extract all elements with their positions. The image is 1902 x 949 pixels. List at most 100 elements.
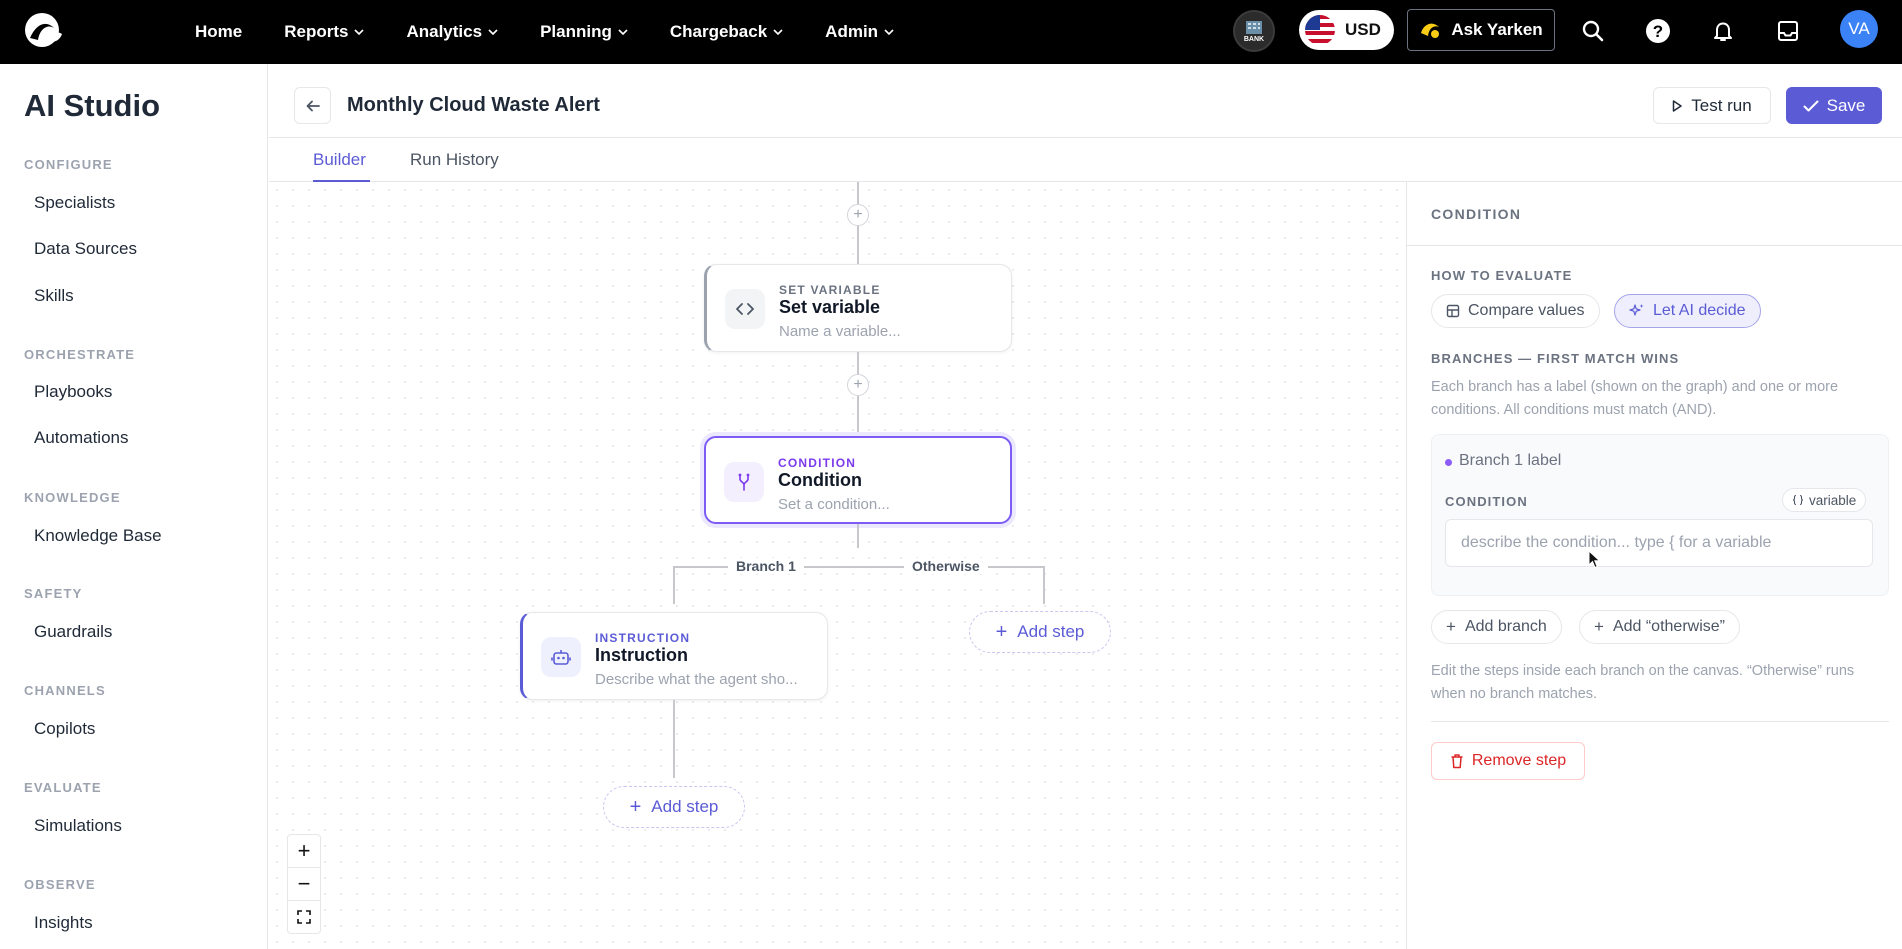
braces-icon [1792, 494, 1804, 506]
panel-title: CONDITION [1431, 206, 1522, 222]
node-kind: SET VARIABLE [779, 283, 881, 297]
trash-icon [1451, 754, 1463, 769]
compare-values-option[interactable]: Compare values [1431, 294, 1600, 328]
plus-icon: + [297, 838, 311, 863]
sidebar-item-data-sources[interactable]: Data Sources [34, 239, 137, 259]
sidebar-item-copilots[interactable]: Copilots [34, 719, 95, 739]
insert-variable-button[interactable]: variable [1782, 488, 1867, 512]
user-avatar[interactable]: VA [1840, 10, 1878, 48]
add-branch-button[interactable]: + Add branch [1431, 610, 1562, 644]
nav-home-label: Home [195, 22, 243, 41]
add-step-label: Add step [651, 797, 719, 816]
top-navbar: Home Reports Analytics Planning Chargeba… [0, 0, 1902, 64]
connector-line [673, 566, 675, 604]
node-subtitle: Describe what the agent sho... [595, 671, 798, 688]
nav-analytics[interactable]: Analytics [406, 22, 498, 42]
sidebar-item-guardrails[interactable]: Guardrails [34, 622, 112, 642]
branch-label-input[interactable]: Branch 1 label [1459, 452, 1561, 470]
nav-chargeback-label: Chargeback [669, 22, 768, 41]
panel-header: CONDITION [1407, 182, 1902, 246]
yarken-assistant-icon [1421, 23, 1440, 38]
plus-icon: + [995, 620, 1008, 643]
tab-run-history[interactable]: Run History [410, 150, 499, 170]
sidebar-section-orchestrate: ORCHESTRATE [24, 347, 136, 362]
ask-yarken-button[interactable]: Ask Yarken [1407, 9, 1555, 51]
remove-step-button[interactable]: Remove step [1431, 742, 1585, 780]
condition-config-panel: CONDITION HOW TO EVALUATE Compare values… [1406, 182, 1902, 949]
zoom-in-button[interactable]: + [287, 834, 321, 868]
tab-builder[interactable]: Builder [313, 150, 366, 170]
nav-admin-label: Admin [825, 22, 879, 41]
remove-step-label: Remove step [1471, 752, 1567, 769]
currency-selector[interactable]: USD [1299, 10, 1394, 50]
bank-building-icon [1246, 20, 1262, 34]
add-step-branch-1-button[interactable]: + Add step [603, 786, 745, 828]
page-title: Monthly Cloud Waste Alert [347, 94, 600, 116]
workflow-canvas[interactable]: + SET VARIABLE Set variable Name a varia… [269, 182, 1406, 949]
inbox-icon[interactable] [1771, 14, 1805, 48]
branch-1-label[interactable]: Branch 1 [728, 558, 804, 574]
insert-step-button[interactable]: + [847, 204, 869, 226]
set-variable-node[interactable]: SET VARIABLE Set variable Name a variabl… [704, 264, 1012, 352]
code-brackets-icon [725, 289, 765, 329]
main-nav: Home Reports Analytics Planning Chargeba… [174, 0, 915, 64]
nav-planning-label: Planning [540, 22, 612, 41]
branch-color-dot [1445, 459, 1452, 466]
node-title: Set variable [779, 297, 881, 317]
branch-card: Branch 1 label CONDITION variable [1431, 434, 1889, 596]
test-run-label: Test run [1691, 95, 1752, 115]
chevron-down-icon [884, 29, 894, 36]
add-step-otherwise-button[interactable]: + Add step [969, 611, 1111, 653]
sidebar-item-specialists[interactable]: Specialists [34, 193, 115, 213]
node-title: Condition [778, 470, 862, 490]
let-ai-decide-option[interactable]: Let AI decide [1614, 294, 1761, 328]
currency-label: USD [1345, 20, 1381, 39]
chevron-down-icon [488, 29, 498, 36]
page-header: Monthly Cloud Waste Alert Test run Save [269, 64, 1902, 138]
fit-view-button[interactable] [287, 900, 321, 934]
chevron-down-icon [354, 29, 365, 36]
save-label: Save [1826, 95, 1866, 115]
yarken-logo[interactable] [20, 10, 68, 54]
sidebar-item-automations[interactable]: Automations [34, 428, 129, 448]
back-button[interactable] [294, 87, 331, 124]
sidebar-section-knowledge: KNOWLEDGE [24, 490, 121, 505]
insert-step-button[interactable]: + [847, 374, 869, 396]
table-icon [1446, 304, 1460, 318]
otherwise-label[interactable]: Otherwise [904, 558, 988, 574]
node-kind: CONDITION [778, 456, 857, 470]
plus-icon: + [629, 795, 642, 818]
minus-icon: − [297, 871, 311, 896]
node-subtitle: Name a variable... [779, 323, 901, 340]
save-button[interactable]: Save [1786, 87, 1882, 124]
instruction-node[interactable]: INSTRUCTION Instruction Describe what th… [520, 612, 828, 700]
nav-home[interactable]: Home [195, 22, 242, 42]
canvas-help-text: Edit the steps inside each branch on the… [1431, 663, 1855, 702]
nav-admin[interactable]: Admin [825, 22, 894, 42]
node-kind: INSTRUCTION [595, 631, 691, 645]
sidebar-item-insights[interactable]: Insights [34, 913, 93, 933]
connector-line [857, 352, 859, 374]
sidebar-item-playbooks[interactable]: Playbooks [34, 382, 112, 402]
bank-label: BANK [1243, 35, 1265, 43]
connector-line [857, 182, 859, 204]
divider [1431, 721, 1889, 722]
help-icon[interactable]: ? [1641, 14, 1675, 48]
bell-icon[interactable] [1706, 14, 1740, 48]
nav-planning[interactable]: Planning [540, 22, 628, 42]
search-icon[interactable] [1576, 14, 1610, 48]
bank-badge[interactable]: BANK [1233, 10, 1275, 52]
condition-node[interactable]: CONDITION Condition Set a condition... [704, 436, 1012, 524]
add-otherwise-label: Add “otherwise” [1612, 618, 1725, 635]
nav-chargeback[interactable]: Chargeback [670, 22, 783, 42]
add-otherwise-button[interactable]: + Add “otherwise” [1579, 610, 1740, 644]
sidebar-section-observe: OBSERVE [24, 877, 96, 892]
nav-reports[interactable]: Reports [284, 22, 365, 42]
sidebar-item-simulations[interactable]: Simulations [34, 816, 122, 836]
test-run-button[interactable]: Test run [1653, 87, 1771, 124]
sidebar-item-skills[interactable]: Skills [34, 286, 74, 306]
connector-line [857, 226, 859, 264]
zoom-out-button[interactable]: − [287, 867, 321, 901]
sidebar-item-knowledge-base[interactable]: Knowledge Base [34, 526, 162, 546]
condition-input[interactable] [1445, 519, 1873, 567]
